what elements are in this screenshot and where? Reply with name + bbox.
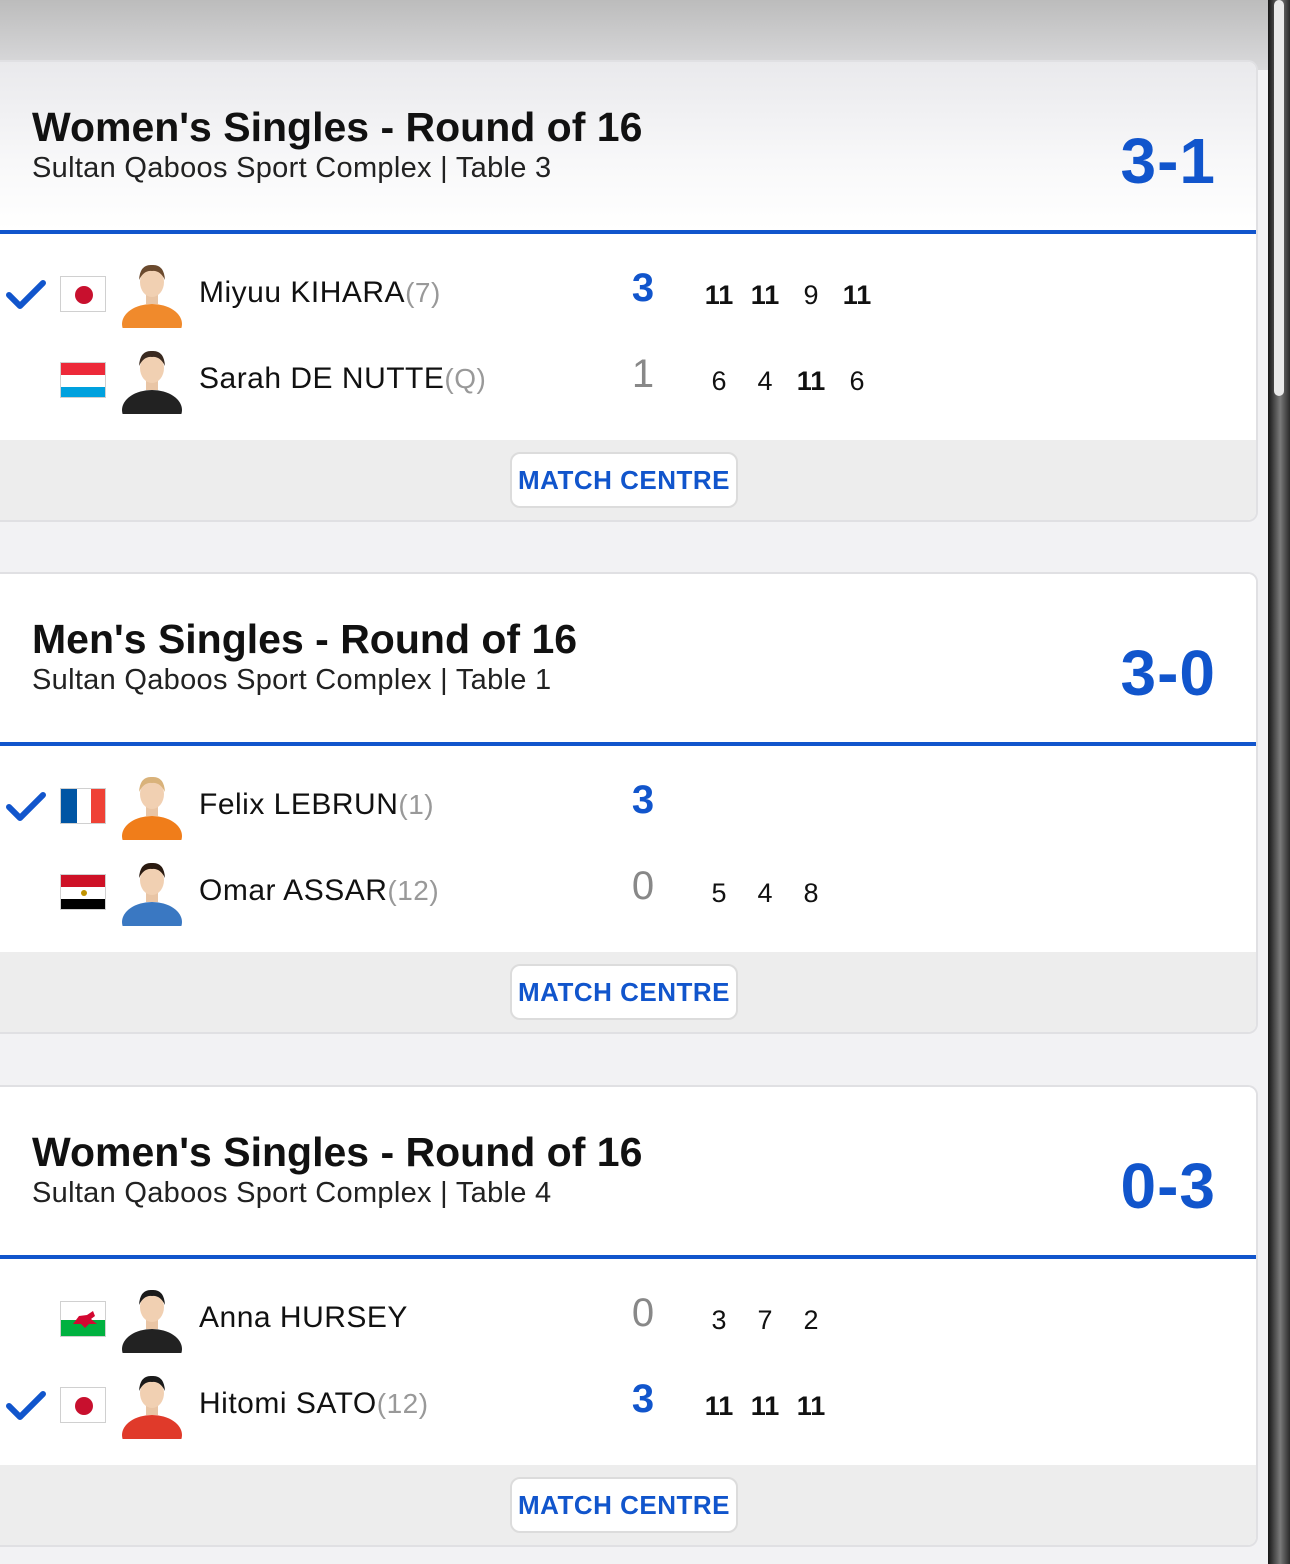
set-score: 9 xyxy=(803,280,819,310)
player-name[interactable]: Hitomi SATO(12) xyxy=(199,1387,429,1421)
match-header: Women's Singles - Round of 16 Sultan Qabo… xyxy=(0,1087,1256,1259)
set-scores: 6 4 11 6 xyxy=(696,366,880,397)
player-row: Sarah DE NUTTE(Q) 1 6 4 11 6 xyxy=(0,338,1254,430)
games-won: 1 xyxy=(631,352,655,396)
player-seed: (7) xyxy=(405,277,441,308)
set-score: 11 xyxy=(796,366,826,396)
france-flag xyxy=(60,788,106,824)
match-header: Men's Singles - Round of 16 Sultan Qaboos… xyxy=(0,574,1256,746)
player-name-text: Miyuu KIHARA xyxy=(199,276,406,309)
player-avatar xyxy=(122,772,182,856)
player-seed: (12) xyxy=(376,1388,429,1419)
match-card: Women's Singles - Round of 16 Sultan Qabo… xyxy=(0,60,1258,522)
event-title: Men's Singles - Round of 16 xyxy=(32,616,578,662)
set-score: 11 xyxy=(704,1391,734,1421)
player-name-text: Omar ASSAR xyxy=(199,874,388,907)
set-score: 5 xyxy=(711,878,727,908)
player-name[interactable]: Anna HURSEY xyxy=(199,1301,408,1335)
egypt-flag xyxy=(60,874,106,910)
scrollbar-thumb[interactable] xyxy=(1274,0,1284,396)
player-rows: Miyuu KIHARA(7) 3 11 11 9 11 Sarah DE NUTTE(Q)… xyxy=(0,234,1256,440)
set-score: 11 xyxy=(704,280,734,310)
match-card: Men's Singles - Round of 16 Sultan Qaboos… xyxy=(0,572,1258,1034)
player-row: Anna HURSEY 0 3 7 2 xyxy=(0,1277,1254,1369)
japan-flag xyxy=(60,276,106,312)
scrollbar[interactable] xyxy=(1268,0,1290,1564)
winner-check-icon xyxy=(6,274,46,314)
player-avatar xyxy=(122,346,182,430)
games-won: 3 xyxy=(631,266,655,310)
venue-label: Sultan Qaboos Sport Complex | Table 3 xyxy=(32,152,552,184)
games-won: 0 xyxy=(631,864,655,908)
player-name[interactable]: Miyuu KIHARA(7) xyxy=(199,276,441,310)
player-name-text: Anna HURSEY xyxy=(199,1301,408,1334)
match-centre-button[interactable]: MATCH CENTRE xyxy=(510,964,738,1020)
match-score: 3-0 xyxy=(1120,637,1216,709)
player-name[interactable]: Sarah DE NUTTE(Q) xyxy=(199,362,486,396)
event-title: Women's Singles - Round of 16 xyxy=(32,104,643,150)
player-name-text: Hitomi SATO xyxy=(199,1387,377,1420)
games-won: 3 xyxy=(631,1377,655,1421)
match-centre-button[interactable]: MATCH CENTRE xyxy=(510,452,738,508)
event-title: Women's Singles - Round of 16 xyxy=(32,1129,643,1175)
player-name-text: Felix LEBRUN xyxy=(199,788,399,821)
venue-label: Sultan Qaboos Sport Complex | Table 1 xyxy=(32,664,552,696)
wales-flag xyxy=(60,1301,106,1337)
set-score: 7 xyxy=(757,1305,773,1335)
player-row: Hitomi SATO(12) 3 11 11 11 xyxy=(0,1363,1254,1455)
winner-check-icon xyxy=(6,1385,46,1425)
venue-label: Sultan Qaboos Sport Complex | Table 4 xyxy=(32,1177,552,1209)
set-scores: 548 xyxy=(696,878,834,909)
match-header: Women's Singles - Round of 16 Sultan Qabo… xyxy=(0,62,1256,234)
set-score: 4 xyxy=(757,366,773,396)
player-avatar xyxy=(122,260,182,344)
set-score: 6 xyxy=(711,366,727,396)
match-score: 0-3 xyxy=(1120,1150,1216,1222)
match-footer: MATCH CENTRE xyxy=(0,952,1256,1032)
set-score: 4 xyxy=(757,878,773,908)
player-name[interactable]: Felix LEBRUN(1) xyxy=(199,788,434,822)
match-centre-button[interactable]: MATCH CENTRE xyxy=(510,1477,738,1533)
match-footer: MATCH CENTRE xyxy=(0,1465,1256,1545)
player-seed: (Q) xyxy=(444,363,487,394)
match-card: Women's Singles - Round of 16 Sultan Qabo… xyxy=(0,1085,1258,1547)
set-scores: 11 11 11 xyxy=(696,1391,834,1422)
luxembourg-flag xyxy=(60,362,106,398)
match-footer: MATCH CENTRE xyxy=(0,440,1256,520)
set-score: 11 xyxy=(842,280,872,310)
set-score: 2 xyxy=(803,1305,819,1335)
player-rows: Felix LEBRUN(1) 3 Omar ASSAR(12) 0 5 4 8 xyxy=(0,746,1256,952)
player-row: Omar ASSAR(12) 0 5 4 8 xyxy=(0,850,1254,942)
set-scores: 11 11 9 11 xyxy=(696,280,880,311)
player-avatar xyxy=(122,1285,182,1369)
player-seed: (1) xyxy=(398,789,435,820)
player-name[interactable]: Omar ASSAR(12) xyxy=(199,874,439,908)
match-score: 3-1 xyxy=(1120,125,1216,197)
player-name-text: Sarah DE NUTTE xyxy=(199,362,445,395)
games-won: 3 xyxy=(631,778,655,822)
games-won: 0 xyxy=(631,1291,655,1335)
player-row: Felix LEBRUN(1) 3 xyxy=(0,764,1254,856)
player-seed: (12) xyxy=(387,875,440,906)
set-score: 8 xyxy=(803,878,819,908)
player-rows: Anna HURSEY 0 3 7 2 Hitomi SATO(12) 3 11 11 11 xyxy=(0,1259,1256,1465)
player-avatar xyxy=(122,858,182,942)
player-avatar xyxy=(122,1371,182,1455)
set-scores: 372 xyxy=(696,1305,834,1336)
japan-flag xyxy=(60,1387,106,1423)
set-score: 11 xyxy=(796,1391,826,1421)
winner-check-icon xyxy=(6,786,46,826)
set-score: 3 xyxy=(711,1305,727,1335)
player-row: Miyuu KIHARA(7) 3 11 11 9 11 xyxy=(0,252,1254,344)
set-score: 11 xyxy=(750,1391,780,1421)
set-score: 11 xyxy=(750,280,780,310)
set-score: 6 xyxy=(849,366,865,396)
